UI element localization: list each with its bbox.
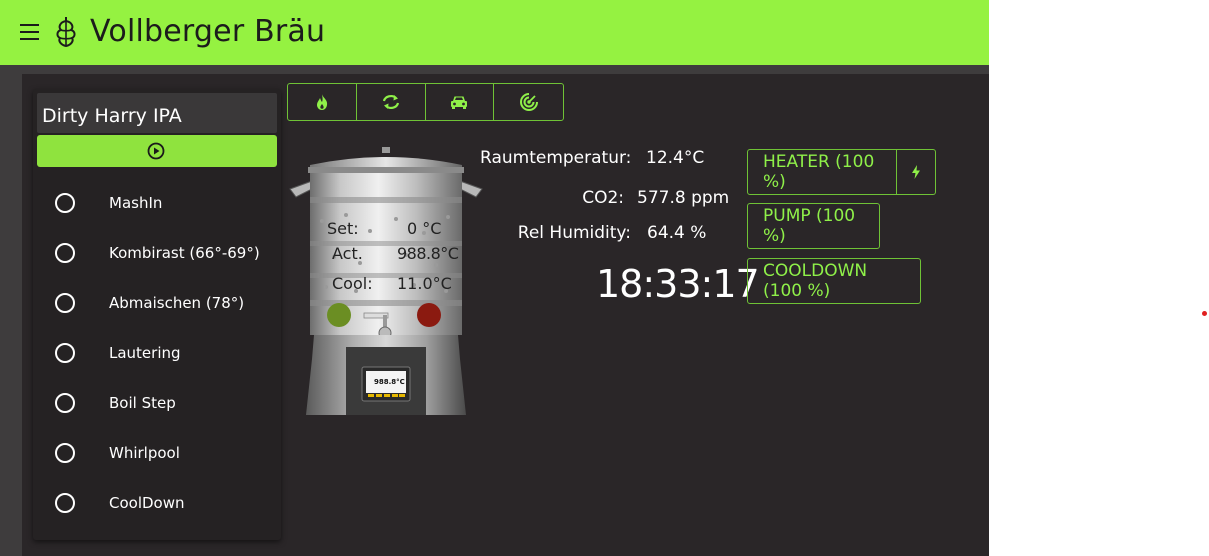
tool-refresh-button[interactable] (357, 84, 426, 120)
cooldown-label: COOLDOWN (100 %) (763, 261, 868, 301)
clock: 18:33:17 (596, 262, 760, 306)
step-radio[interactable] (55, 243, 75, 263)
start-recipe-button[interactable] (37, 135, 277, 167)
heater-boost-button[interactable] (897, 149, 936, 195)
step-mashin[interactable]: MashIn (33, 183, 281, 223)
step-kombirast[interactable]: Kombirast (66°-69°) (33, 233, 281, 273)
step-label: MashIn (109, 194, 163, 212)
kettle-cool-label: Cool: (332, 274, 373, 293)
step-label: Whirlpool (109, 444, 180, 462)
cursor-marker (1202, 311, 1207, 316)
recipe-panel: Dirty Harry IPA MashIn Kombirast (66°-69… (33, 89, 281, 540)
top-app-bar: Vollberger Bräu (0, 0, 989, 65)
step-radio[interactable] (55, 393, 75, 413)
step-radio[interactable] (55, 493, 75, 513)
co2-value: 577.8 ppm (637, 188, 730, 208)
step-label: Kombirast (66°-69°) (109, 244, 260, 262)
tool-car-button[interactable] (426, 84, 495, 120)
kettle-display-value: 988.8°C (374, 378, 405, 386)
step-label: Lautering (109, 344, 181, 362)
step-label: CoolDown (109, 494, 185, 512)
step-cooldown[interactable]: CoolDown (33, 483, 281, 523)
cooldown-button[interactable]: COOLDOWN (100 %) (747, 258, 921, 304)
kettle-cool-value: 11.0°C (397, 274, 452, 293)
humidity-label: Rel Humidity: (517, 223, 631, 243)
recipe-header: Dirty Harry IPA (37, 93, 277, 133)
flame-icon (316, 94, 328, 110)
pump-status-lamp (417, 303, 441, 327)
co2-label: CO2: (582, 188, 624, 208)
kettle-act-label: Act. (332, 244, 363, 263)
humidity-value: 64.4 % (647, 223, 707, 243)
kettle-set-value: 0 °C (407, 219, 442, 238)
step-radio[interactable] (55, 343, 75, 363)
heater-button[interactable]: HEATER (100 %) (747, 149, 897, 195)
hamburger-menu-icon[interactable] (20, 24, 39, 40)
mode-toolbar (287, 83, 564, 121)
heater-status-lamp (327, 303, 351, 327)
pump-button[interactable]: PUMP (100 %) (747, 203, 880, 249)
step-whirlpool[interactable]: Whirlpool (33, 433, 281, 473)
step-radio[interactable] (55, 443, 75, 463)
content-left-border (0, 74, 22, 556)
kettle-act-value: 988.8°C (397, 244, 459, 263)
tool-flame-button[interactable] (288, 84, 357, 120)
step-radio[interactable] (55, 293, 75, 313)
hop-icon (56, 17, 76, 48)
kettle-set-label: Set: (327, 219, 359, 238)
play-circle-icon (147, 142, 165, 160)
car-icon (451, 96, 468, 109)
kettle-illustration (289, 147, 483, 415)
app-title: Vollberger Bräu (90, 14, 326, 49)
step-label: Boil Step (109, 394, 176, 412)
refresh-icon (382, 95, 399, 109)
step-lautering[interactable]: Lautering (33, 333, 281, 373)
recipe-name: Dirty Harry IPA (42, 105, 182, 127)
tool-target-button[interactable] (494, 84, 563, 120)
pump-label: PUMP (100 %) (763, 206, 856, 246)
target-icon (519, 93, 538, 111)
app-window: Vollberger Bräu Dirty Harry IPA MashIn K… (0, 0, 989, 556)
content-top-border (0, 65, 989, 74)
step-abmaischen[interactable]: Abmaischen (78°) (33, 283, 281, 323)
step-boil[interactable]: Boil Step (33, 383, 281, 423)
lightning-bolt-icon (912, 165, 920, 179)
heater-label: HEATER (100 %) (763, 152, 875, 192)
step-radio[interactable] (55, 193, 75, 213)
step-label: Abmaischen (78°) (109, 294, 245, 312)
room-temp-label: Raumtemperatur: (480, 148, 632, 168)
room-temp-value: 12.4°C (646, 148, 705, 168)
brew-kettle: Set: 0 °C Act. 988.8°C Cool: 11.0°C 988.… (286, 145, 486, 415)
